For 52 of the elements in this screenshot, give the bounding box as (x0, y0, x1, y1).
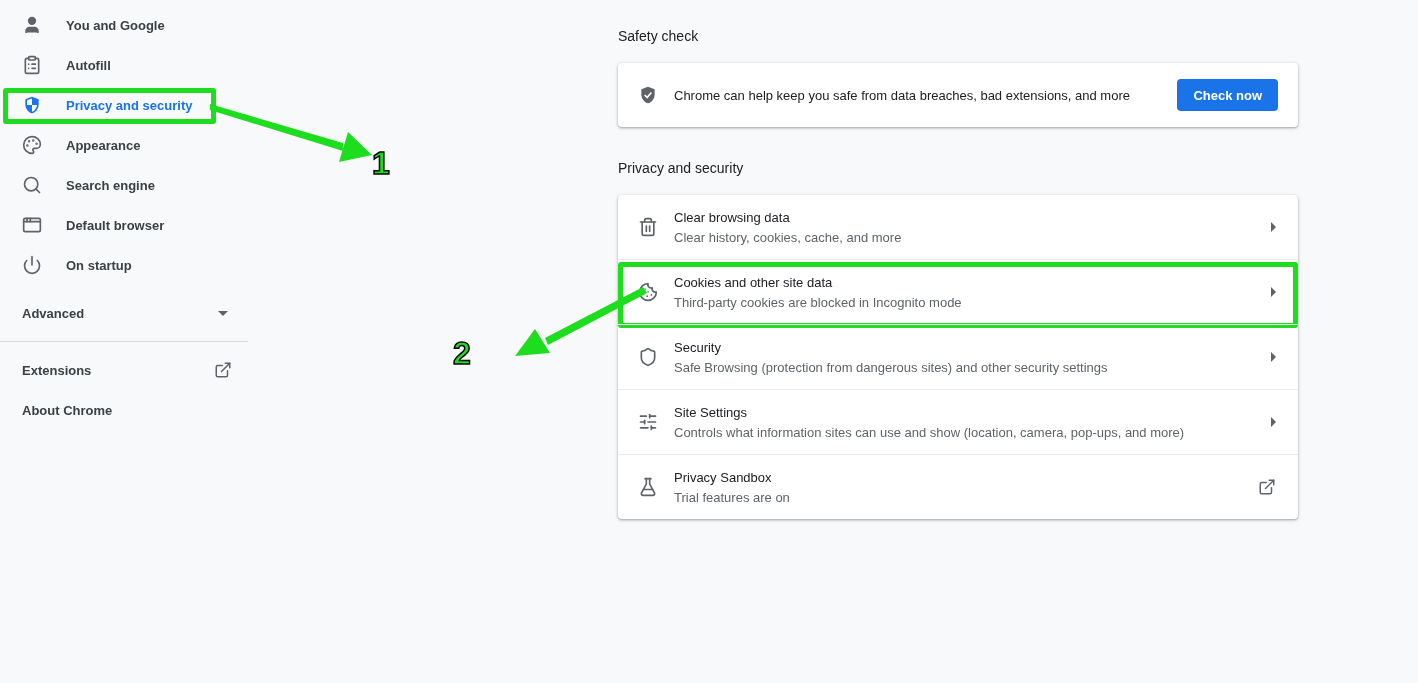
sidebar-item[interactable]: On startup (0, 245, 248, 285)
flask-icon (638, 477, 658, 497)
row-title: Security (674, 339, 722, 355)
clipboard-icon (22, 55, 42, 75)
row-title: Clear browsing data (674, 209, 791, 225)
row-subtitle: Trial features are on (674, 489, 791, 505)
sliders-icon (638, 412, 658, 432)
callout-number: 1 (372, 147, 390, 179)
caret-right-icon (1271, 287, 1276, 297)
safety-check-text: Chrome can help keep you safe from data breaches, bad extensions, and more (674, 87, 1131, 103)
section-heading: Privacy and security (618, 159, 745, 178)
settings-row[interactable]: Site Settings Controls what information sites can use and show (location, camera, pop-ups, and more) (618, 389, 1298, 454)
person-icon (22, 15, 42, 35)
caret-right-icon (1271, 222, 1276, 232)
browser-window-icon (22, 215, 42, 235)
sidebar-item[interactable]: Default browser (0, 205, 248, 245)
settings-row[interactable]: Cookies and other site data Third-party cookies are blocked in Incognito mode (618, 259, 1298, 324)
sidebar-link[interactable]: Extensions (0, 350, 248, 390)
settings-row[interactable]: Security Safe Browsing (protection from dangerous sites) and other security settings (618, 324, 1298, 389)
callout-number: 2 (453, 337, 471, 369)
row-title: Cookies and other site data (674, 274, 834, 290)
external-link-icon[interactable] (1258, 478, 1276, 496)
external-link-icon (214, 361, 232, 379)
shield-icon (638, 347, 658, 367)
row-subtitle: Safe Browsing (protection from dangerous sites) and other security settings (674, 359, 1109, 375)
sidebar-item[interactable]: Appearance (0, 125, 248, 165)
advanced-toggle[interactable]: Advanced (0, 293, 248, 333)
caret-right-icon (1271, 417, 1276, 427)
row-subtitle: Clear history, cookies, cache, and more (674, 229, 903, 245)
row-title: Site Settings (674, 404, 748, 420)
settings-row[interactable]: Privacy Sandbox Trial features are on (618, 454, 1298, 519)
palette-icon (22, 135, 42, 155)
cookie-icon (638, 282, 658, 302)
section-heading: Safety check (618, 27, 700, 46)
caret-right-icon (1271, 352, 1276, 362)
sidebar-link[interactable]: About Chrome (0, 390, 248, 430)
settings-row[interactable]: Clear browsing data Clear history, cookies, cache, and more (618, 195, 1298, 259)
row-subtitle: Third-party cookies are blocked in Incognito mode (674, 294, 963, 310)
sidebar-item[interactable]: Search engine (0, 165, 248, 205)
trash-icon (638, 217, 658, 237)
sidebar-item[interactable]: You and Google (0, 5, 248, 45)
power-icon (22, 255, 42, 275)
link-label: Extensions (22, 362, 92, 378)
sidebar-item[interactable]: Privacy and security (0, 85, 248, 125)
shield-icon (22, 95, 42, 115)
check-now-button[interactable]: Check now (1177, 79, 1278, 111)
section-label: Advanced (22, 305, 85, 321)
sidebar-item[interactable]: Autofill (0, 45, 248, 85)
search-icon (22, 175, 42, 195)
row-title: Privacy Sandbox (674, 469, 773, 485)
row-subtitle: Controls what information sites can use and show (location, camera, pop-ups, and more) (674, 424, 1186, 440)
shield-check-icon (638, 85, 658, 105)
